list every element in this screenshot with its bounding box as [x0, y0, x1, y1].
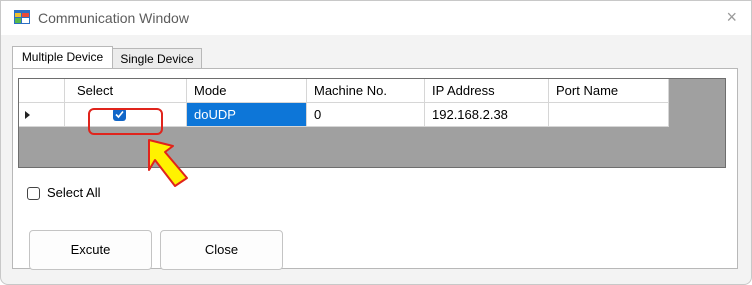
column-header-machine-no[interactable]: Machine No. — [307, 79, 425, 103]
column-header-mode[interactable]: Mode — [187, 79, 307, 103]
grid-header: Select Mode Machine No. IP Address Port … — [19, 79, 669, 103]
tab-single-device[interactable]: Single Device — [112, 48, 202, 69]
window-title: Communication Window — [38, 10, 189, 26]
close-button[interactable]: Close — [160, 230, 283, 270]
column-header-port-name[interactable]: Port Name — [549, 79, 669, 103]
current-row-arrow-icon — [25, 111, 30, 119]
column-header-ip-address[interactable]: IP Address — [425, 79, 549, 103]
annotation-arrow-icon — [148, 139, 188, 187]
execute-button[interactable]: Excute — [29, 230, 152, 270]
mode-cell[interactable]: doUDP — [187, 103, 307, 127]
machine-no-cell[interactable]: 0 — [307, 103, 425, 127]
close-icon[interactable]: × — [726, 7, 737, 27]
title-bar: Communication Window × — [1, 1, 751, 35]
communication-window: Communication Window × Multiple Device S… — [0, 0, 752, 285]
row-header-corner — [19, 79, 65, 103]
annotation-highlight-box — [88, 108, 163, 135]
tab-multiple-device[interactable]: Multiple Device — [12, 46, 113, 69]
select-all-checkbox[interactable] — [27, 187, 40, 200]
port-name-cell[interactable] — [549, 103, 669, 127]
column-header-select[interactable]: Select — [65, 79, 187, 103]
app-icon — [14, 10, 30, 24]
row-header[interactable] — [19, 103, 65, 127]
ip-address-cell[interactable]: 192.168.2.38 — [425, 103, 549, 127]
select-all-label[interactable]: Select All — [47, 185, 100, 200]
